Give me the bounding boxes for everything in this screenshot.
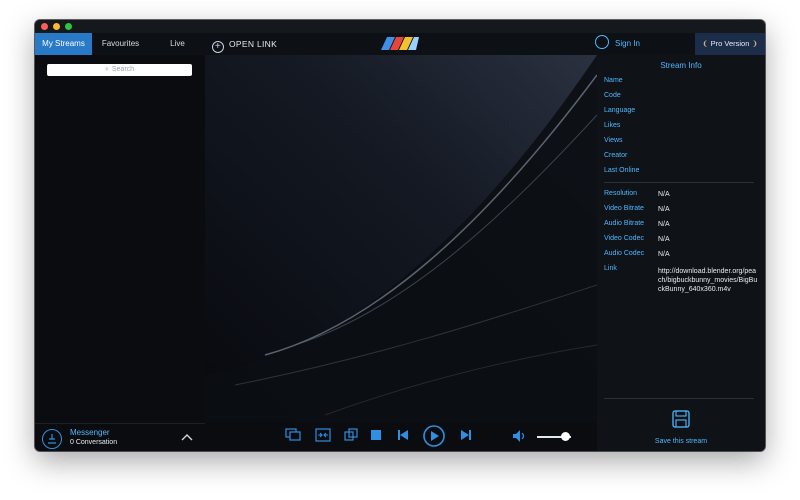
play-icon[interactable] — [423, 425, 445, 447]
chevron-up-icon[interactable] — [181, 432, 193, 442]
zoom-window-button[interactable] — [65, 23, 72, 30]
laurel-right-icon: ❩ — [751, 39, 758, 48]
subtitles-icon[interactable] — [285, 428, 301, 442]
save-stream-label[interactable]: Save this stream — [597, 438, 765, 445]
search-icon: ⌕ — [104, 66, 109, 73]
resolution-value: N/A — [658, 191, 670, 198]
messenger-panel[interactable]: Messenger 0 Conversation — [35, 423, 205, 451]
minimize-window-button[interactable] — [53, 23, 60, 30]
picture-in-picture-icon[interactable] — [344, 428, 358, 442]
aspect-ratio-icon[interactable] — [315, 428, 331, 442]
playback-controls — [205, 422, 597, 451]
field-language-label: Language — [604, 107, 636, 114]
pro-version-label: Pro Version — [710, 39, 750, 48]
previous-icon[interactable] — [398, 430, 408, 440]
tab-my-streams[interactable]: My Streams — [35, 33, 92, 55]
video-codec-label: Video Codec — [604, 235, 644, 242]
audio-codec-label: Audio Codec — [604, 250, 645, 257]
app-logo — [381, 37, 419, 50]
save-icon — [672, 410, 690, 428]
field-last-online-label: Last Online — [604, 167, 640, 174]
resolution-label: Resolution — [604, 190, 638, 197]
audio-bitrate-value: N/A — [658, 221, 670, 228]
video-bitrate-label: Video Bitrate — [604, 205, 644, 212]
video-area[interactable] — [205, 55, 597, 422]
search-placeholder: Search — [111, 66, 135, 73]
laurel-left-icon: ❨ — [702, 39, 709, 48]
field-creator-label: Creator — [604, 152, 628, 159]
sign-in-button[interactable]: Sign In — [595, 33, 640, 55]
tab-favourites[interactable]: Favourites — [92, 33, 149, 55]
field-name-label: Name — [604, 77, 623, 84]
sign-in-label: Sign In — [615, 39, 640, 48]
tab-live[interactable]: Live — [149, 33, 206, 55]
audio-bitrate-label: Audio Bitrate — [604, 220, 645, 227]
audio-codec-value: N/A — [658, 251, 670, 258]
link-value[interactable]: http://download.blender.org/peach/bigbuc… — [658, 267, 758, 294]
conversation-count: 0 Conversation — [70, 439, 118, 446]
pro-version-button[interactable]: ❨ Pro Version ❩ — [695, 33, 765, 55]
stream-info-title: Stream Info — [660, 61, 702, 70]
volume-slider-handle[interactable] — [561, 432, 571, 441]
title-bar — [35, 20, 765, 33]
messenger-icon — [42, 429, 62, 449]
stream-info-panel: Stream Info Name Code Language Likes Vie… — [597, 55, 765, 451]
messenger-title: Messenger — [70, 428, 110, 437]
sidebar: ⌕ Search Messenger 0 Conversation — [35, 55, 205, 451]
field-likes-label: Likes — [604, 122, 621, 129]
info-divider — [604, 182, 754, 183]
search-input[interactable]: ⌕ Search — [47, 64, 192, 76]
stop-icon[interactable] — [371, 430, 381, 440]
save-stream-button[interactable] — [597, 410, 765, 433]
save-divider — [604, 398, 754, 399]
link-label: Link — [604, 265, 617, 272]
top-toolbar: My Streams Favourites Live + OPEN LINK Si… — [35, 33, 765, 55]
video-background-art — [205, 55, 597, 422]
field-code-label: Code — [604, 92, 621, 99]
volume-icon[interactable] — [513, 430, 527, 442]
field-views-label: Views — [604, 137, 623, 144]
next-icon[interactable] — [461, 430, 471, 440]
plus-icon: + — [212, 41, 224, 53]
user-icon — [595, 35, 609, 49]
open-link-label: OPEN LINK — [229, 39, 278, 49]
video-bitrate-value: N/A — [658, 206, 670, 213]
app-window: My Streams Favourites Live + OPEN LINK Si… — [35, 20, 765, 451]
open-link-button[interactable]: + OPEN LINK — [212, 33, 277, 55]
video-codec-value: N/A — [658, 236, 670, 243]
close-window-button[interactable] — [41, 23, 48, 30]
